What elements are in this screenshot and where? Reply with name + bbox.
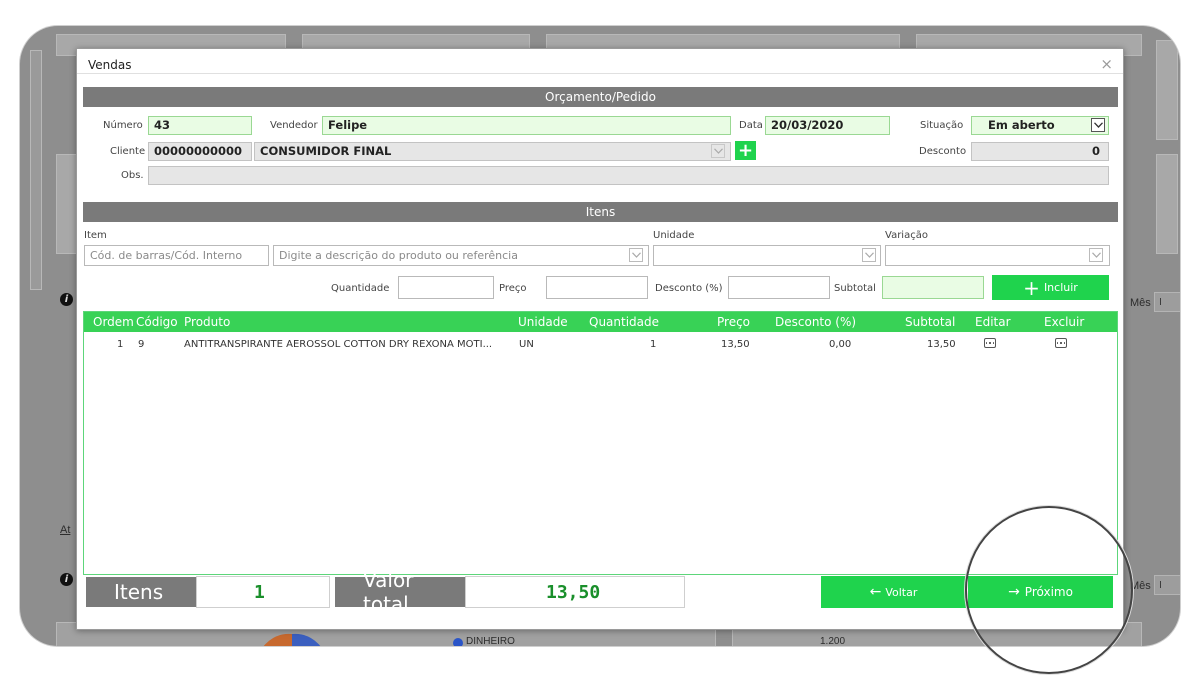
col-header-editar: Editar [975,315,1011,329]
situacao-label: Situação [920,120,964,131]
preco-input[interactable] [546,276,648,299]
situacao-select[interactable]: Em aberto [971,116,1109,135]
cell-ordem: 1 [117,339,124,350]
bg-legend-label: DINHEIRO [466,636,515,646]
section-header-items: Itens [83,202,1118,222]
cell-quantidade: 1 [650,339,657,350]
vendedor-field[interactable]: Felipe [322,116,731,135]
chevron-down-icon[interactable] [629,248,643,262]
bg-pie-chart [263,633,321,646]
unidade-select[interactable] [653,245,881,266]
close-icon[interactable]: × [1100,55,1113,73]
incluir-button-label: Incluir [1043,281,1078,294]
item-label: Item [84,230,107,241]
chevron-down-icon[interactable] [1091,118,1105,132]
itens-total-label: Itens [86,577,196,607]
col-header-ordem[interactable]: Ordem [93,315,134,329]
voltar-button-label: Voltar [885,585,918,599]
bg-mes-select: I [1154,575,1180,595]
col-header-excluir: Excluir [1044,315,1085,329]
quantidade-input[interactable] [398,276,494,299]
subtotal-field[interactable] [882,276,984,299]
obs-label: Obs. [121,170,144,181]
col-header-unidade[interactable]: Unidade [518,315,568,329]
col-header-quantidade[interactable]: Quantidade [589,315,659,329]
desconto-item-label: Desconto (%) [655,283,723,294]
section-header-order: Orçamento/Pedido [83,87,1118,107]
cell-desconto: 0,00 [829,339,852,350]
col-header-subtotal[interactable]: Subtotal [905,315,955,329]
vendedor-label: Vendedor [270,120,318,131]
screenshot-stage: i i Mês I Mês I At DINHEIRO 1.200 Vendas… [0,0,1200,675]
items-table: Ordem Código Produto Unidade Quantidade … [83,311,1118,575]
bg-mes-select: I [1154,292,1180,312]
edit-icon[interactable] [984,338,996,348]
col-header-produto[interactable]: Produto [184,315,230,329]
chevron-down-icon[interactable] [862,248,876,262]
col-header-preco[interactable]: Preço [717,315,750,329]
arrow-left-icon: ← [869,584,882,600]
add-client-button[interactable]: + [735,140,756,161]
chevron-down-icon[interactable] [711,144,725,158]
data-field[interactable]: 20/03/2020 [765,116,890,135]
desconto-field[interactable]: 0 [971,142,1109,161]
variacao-label: Variação [885,230,928,241]
valor-total-label: Valor total [335,568,465,616]
cliente-name-select[interactable]: CONSUMIDOR FINAL [254,142,731,161]
plus-icon: + [1023,275,1040,300]
bg-mes-label: Mês [1130,580,1151,592]
info-icon: i [60,293,73,306]
cliente-label: Cliente [110,146,146,157]
cell-preco: 13,50 [721,339,750,350]
cell-subtotal: 13,50 [927,339,956,350]
info-icon: i [60,573,73,586]
preco-label: Preço [499,283,527,294]
col-header-codigo[interactable]: Código [136,315,178,329]
col-header-desconto[interactable]: Desconto (%) [775,315,856,329]
data-label: Data [739,120,763,131]
legend-dot [453,638,463,646]
voltar-button[interactable]: ← Voltar [821,576,966,608]
unidade-label: Unidade [653,230,695,241]
bg-side-right [1156,40,1178,140]
variacao-select[interactable] [885,245,1110,266]
product-search-input[interactable]: Digite a descrição do produto ou referên… [273,245,649,266]
delete-icon[interactable] [1055,338,1067,348]
numero-label: Número [103,120,143,131]
bg-mes-label: Mês [1130,297,1151,309]
incluir-button[interactable]: + Incluir [992,275,1109,300]
bg-card-6 [1156,154,1178,254]
bg-link: At [60,524,71,536]
desconto-label: Desconto [919,146,967,157]
bg-side-left [30,50,42,290]
modal-title: Vendas [88,58,132,72]
valor-total-value: 13,50 [546,582,601,603]
cliente-code-field[interactable]: 00000000000 [148,142,252,161]
obs-field[interactable] [148,166,1109,185]
bg-axis-value: 1.200 [820,636,846,646]
cell-produto: ANTITRANSPIRANTE AEROSSOL COTTON DRY REX… [184,339,493,350]
sales-modal: Vendas × Orçamento/Pedido Número 43 Vend… [76,48,1124,630]
numero-field[interactable]: 43 [148,116,252,135]
table-header: Ordem Código Produto Unidade Quantidade … [84,312,1117,332]
cell-unidade: UN [519,339,534,350]
arrow-right-icon: → [1008,584,1020,600]
subtotal-label: Subtotal [834,283,876,294]
itens-total-value: 1 [254,582,265,603]
chevron-down-icon[interactable] [1089,248,1103,262]
divider [77,73,1123,74]
barcode-input[interactable]: Cód. de barras/Cód. Interno [84,245,269,266]
desconto-item-input[interactable] [728,276,830,299]
cell-codigo: 9 [138,339,145,350]
quantidade-label: Quantidade [331,283,390,294]
proximo-button[interactable]: → Próximo [968,576,1113,608]
proximo-button-label: Próximo [1024,585,1073,599]
